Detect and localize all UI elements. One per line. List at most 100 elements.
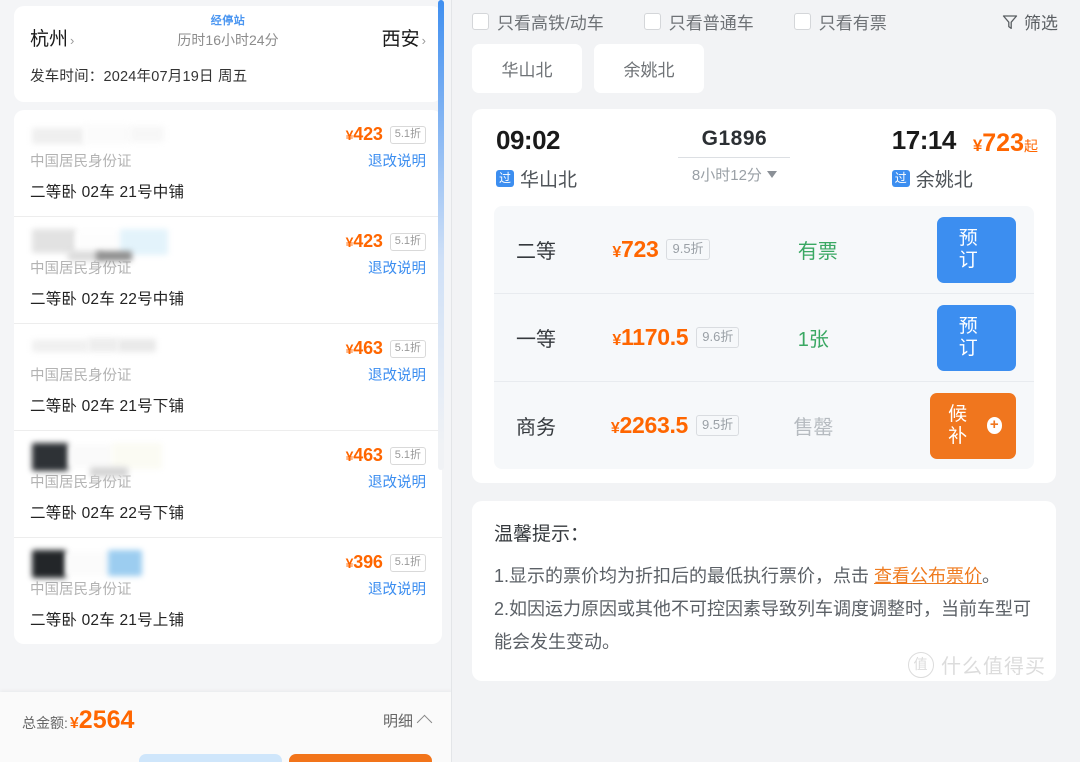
stops-link[interactable]: 经停站 xyxy=(177,14,278,28)
ticket-item[interactable]: ¥463 5.1折 中国居民身份证 退改说明 二等卧 02车 21号下铺 xyxy=(14,324,442,431)
seat-discount-badge: 9.5折 xyxy=(666,239,710,260)
waitlist-button[interactable]: 候补 + xyxy=(930,392,1017,459)
arrival-time: 17:14 xyxy=(891,125,957,155)
order-summary-bar: 总金额: ¥2564 明细 xyxy=(0,692,452,762)
total-value: 2564 xyxy=(78,706,135,734)
passenger-ticket-list: ¥423 5.1折 中国居民身份证 退改说明 二等卧 02车 21号中铺 ¥42… xyxy=(14,110,442,644)
ticket-price-value: 423 xyxy=(353,124,383,144)
seat-price-value: 1170.5 xyxy=(621,324,689,350)
chevron-down-icon xyxy=(766,171,777,178)
ticket-item[interactable]: ¥396 5.1折 中国居民身份证 退改说明 二等卧 02车 21号上铺 xyxy=(14,538,442,644)
seat-info: 二等卧 02车 21号下铺 xyxy=(30,398,185,415)
to-city[interactable]: 西安 › xyxy=(382,16,426,51)
discount-badge: 5.1折 xyxy=(389,553,426,572)
screenshot-root: 杭州 › 经停站 历时16小时24分 西安 › 发车时间：2024年07月19日… xyxy=(0,0,1080,762)
ticket-price: ¥423 xyxy=(346,124,383,145)
watermark-logo-icon: 值 xyxy=(908,651,934,678)
filter-checkbox-label: 只看高铁/动车 xyxy=(497,14,604,33)
train-middle-block: G1896 8小时12分 xyxy=(577,125,892,185)
filter-checkbox-label: 只看有票 xyxy=(818,14,887,33)
ticket-item[interactable]: ¥423 5.1折 中国居民身份证 退改说明 二等卧 02车 22号中铺 xyxy=(14,217,442,324)
filter-checkbox-1[interactable]: 只看普通车 xyxy=(643,9,754,34)
refund-policy-link[interactable]: 退改说明 xyxy=(368,364,426,385)
journey-duration: 历时16小时24分 xyxy=(177,32,279,48)
discount-badge: 5.1折 xyxy=(389,339,426,358)
ticket-mid-row: 中国居民身份证 退改说明 xyxy=(30,364,426,385)
ticket-item[interactable]: ¥463 5.1折 中国居民身份证 退改说明 二等卧 02车 22号下铺 xyxy=(14,431,442,538)
watermark-text: 什么值得买 xyxy=(941,656,1046,678)
from-city-label: 杭州 xyxy=(30,29,69,50)
depart-time-line: 发车时间：2024年07月19日 周五 xyxy=(30,69,248,85)
summary-row: 总金额: ¥2564 明细 xyxy=(0,692,452,735)
watermark: 值 什么值得买 xyxy=(908,650,1046,679)
book-button[interactable]: 预订 xyxy=(936,304,1016,371)
ticket-item[interactable]: ¥423 5.1折 中国居民身份证 退改说明 二等卧 02车 21号中铺 xyxy=(14,110,442,217)
primary-action-button[interactable] xyxy=(289,754,432,762)
ticket-price: ¥463 xyxy=(346,338,383,359)
ticket-price-value: 423 xyxy=(353,231,383,251)
station-chip[interactable]: 余姚北 xyxy=(594,44,704,93)
filter-button[interactable]: 筛选 xyxy=(1001,9,1058,34)
ticket-price-value: 463 xyxy=(353,445,383,465)
arrival-station-name: 余姚北 xyxy=(915,170,973,191)
filter-checkbox-0[interactable]: 只看高铁/动车 xyxy=(472,9,604,34)
passenger-name-redacted xyxy=(30,122,180,148)
detail-label: 明细 xyxy=(382,713,413,730)
ticket-price-group: ¥463 5.1折 xyxy=(346,336,426,359)
filter-checkbox-label: 只看普通车 xyxy=(668,14,754,33)
total-amount-group: 总金额: ¥2564 xyxy=(22,706,134,735)
pass-through-badge: 过 xyxy=(891,170,910,187)
from-city[interactable]: 杭州 › xyxy=(30,16,74,51)
arrival-station-group: 过 余姚北 xyxy=(891,165,973,192)
seat-class-name: 商务 xyxy=(516,417,556,439)
ticket-price-group: ¥463 5.1折 xyxy=(346,443,426,466)
total-amount: ¥2564 xyxy=(70,706,135,735)
trip-duration-label: 8小时12分 xyxy=(691,167,762,184)
order-left-panel: 杭州 › 经停站 历时16小时24分 西安 › 发车时间：2024年07月19日… xyxy=(0,0,452,762)
chevron-up-icon xyxy=(416,714,433,731)
filter-checkbox-2[interactable]: 只看有票 xyxy=(793,9,887,34)
secondary-action-button[interactable] xyxy=(139,754,282,762)
checkbox-icon[interactable] xyxy=(793,13,811,30)
seat-info: 二等卧 02车 21号上铺 xyxy=(30,612,185,629)
ticket-top-row: ¥396 5.1折 xyxy=(30,550,426,578)
refund-policy-link[interactable]: 退改说明 xyxy=(368,150,426,171)
departure-station-name: 华山北 xyxy=(520,170,578,191)
seat-class-row: 一等 ¥1170.5 9.6折 1张 预订 xyxy=(494,294,1034,382)
tips-line-1: 1.显示的票价均为折扣后的最低执行票价，点击 查看公布票价。 xyxy=(494,560,1036,593)
ticket-mid-row: 中国居民身份证 退改说明 xyxy=(30,150,426,171)
ticket-top-row: ¥423 5.1折 xyxy=(30,122,426,148)
published-fare-link[interactable]: 查看公布票价 xyxy=(874,566,982,586)
station-chip[interactable]: 华山北 xyxy=(472,44,582,93)
pass-through-badge: 过 xyxy=(496,170,515,187)
detail-toggle[interactable]: 明细 xyxy=(382,710,433,731)
id-type: 中国居民身份证 xyxy=(30,368,132,384)
book-button[interactable]: 预订 xyxy=(936,216,1016,283)
tips-title: 温馨提示： xyxy=(494,524,590,545)
refund-policy-link[interactable]: 退改说明 xyxy=(368,471,426,492)
seat-price: ¥2263.5 xyxy=(611,412,688,439)
train-card-header: 09:02 过 华山北 G1896 8小时12分 17:14 过 余姚北 ¥72… xyxy=(472,125,1056,192)
departure-block: 09:02 过 华山北 xyxy=(496,125,577,192)
checkbox-icon[interactable] xyxy=(472,13,489,30)
ticket-price: ¥463 xyxy=(346,445,383,466)
price-value: 723 xyxy=(982,129,1024,157)
total-currency: ¥ xyxy=(69,715,79,732)
ticket-price-group: ¥423 5.1折 xyxy=(346,229,426,252)
chevron-right-icon: › xyxy=(70,33,75,48)
left-panel-scrollbar[interactable] xyxy=(438,0,444,470)
checkbox-icon[interactable] xyxy=(643,13,661,30)
tips-line-1-post: 。 xyxy=(982,566,1001,586)
journey-header-card: 杭州 › 经停站 历时16小时24分 西安 › 发车时间：2024年07月19日… xyxy=(14,6,442,102)
action-button-label: 预订 xyxy=(958,315,978,359)
refund-policy-link[interactable]: 退改说明 xyxy=(368,578,426,599)
trip-duration-toggle[interactable]: 8小时12分 xyxy=(692,164,777,185)
funnel-icon xyxy=(1002,14,1018,29)
seat-class-name: 一等 xyxy=(516,329,556,351)
train-result-card[interactable]: 09:02 过 华山北 G1896 8小时12分 17:14 过 余姚北 ¥72… xyxy=(472,109,1056,483)
filter-checkbox-bar: 只看高铁/动车 只看普通车 只看有票 筛选 xyxy=(452,0,1080,34)
refund-policy-link[interactable]: 退改说明 xyxy=(368,257,426,278)
seat-price-group: ¥723 9.5折 xyxy=(612,236,797,263)
filter-button-label: 筛选 xyxy=(1024,14,1058,33)
ticket-price-group: ¥396 5.1折 xyxy=(346,550,426,573)
